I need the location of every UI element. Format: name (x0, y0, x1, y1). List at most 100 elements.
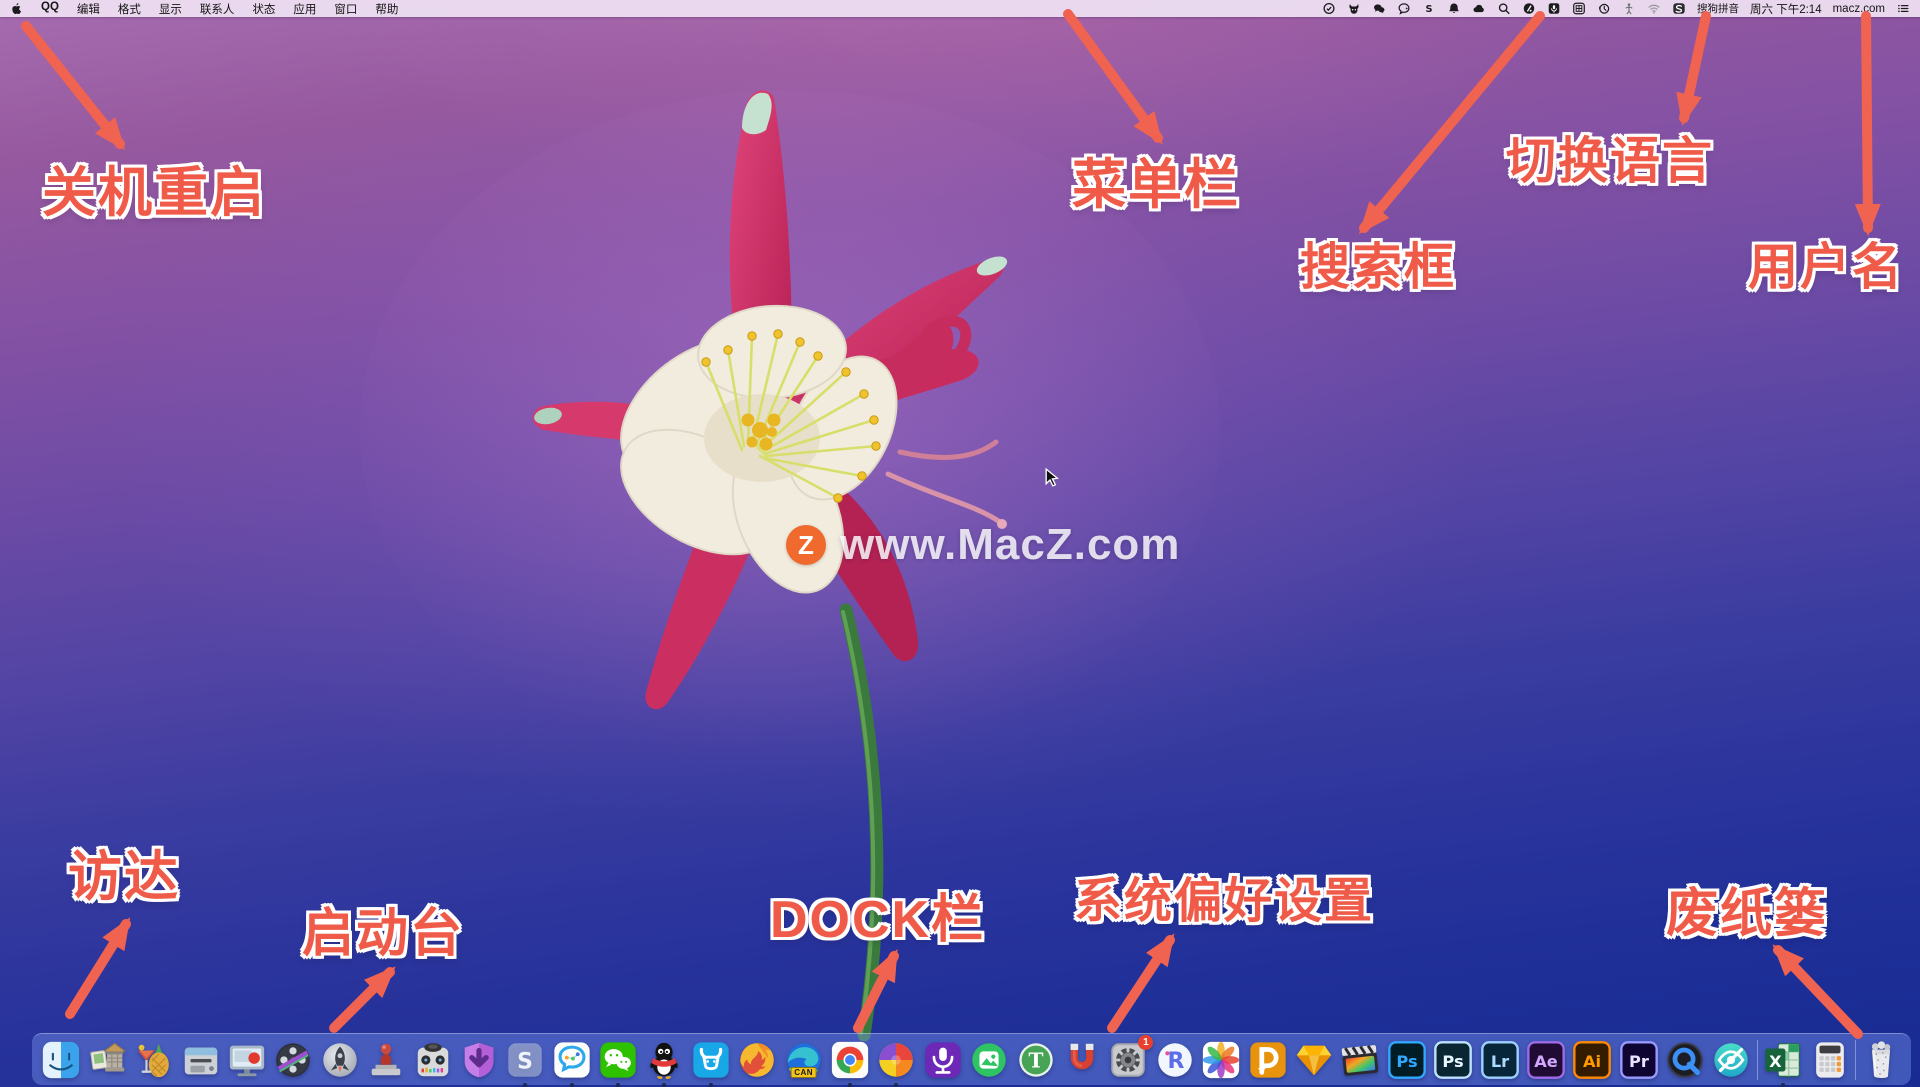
dock-item-principle[interactable] (1247, 1039, 1289, 1081)
dock-item-illustrator[interactable]: Ai (1571, 1039, 1613, 1081)
premiere-pro-icon: Pr (1618, 1039, 1660, 1081)
dock[interactable]: SCANT1RPsPsLrAeAiPrX (32, 1033, 1911, 1085)
menubar-item-5[interactable]: 状态 (252, 1, 275, 17)
dock-item-magnet[interactable] (1061, 1039, 1103, 1081)
dock-item-photoshop-alt[interactable]: Ps (1432, 1039, 1474, 1081)
running-indicator (570, 1083, 574, 1087)
dock-item-disk-machine[interactable] (180, 1039, 222, 1081)
dock-item-image-green[interactable] (968, 1039, 1010, 1081)
lightroom-icon: Lr (1479, 1039, 1521, 1081)
annotation-trash: 废纸篓 (1666, 888, 1828, 940)
letter-s-icon[interactable]: S (1422, 2, 1436, 15)
menubar-item-1[interactable]: 编辑 (77, 1, 100, 17)
dock-item-finder[interactable] (40, 1039, 82, 1081)
dock-item-photos[interactable] (1200, 1039, 1242, 1081)
right-mouse-icon: R (1154, 1039, 1196, 1081)
excel-icon: X (1762, 1039, 1804, 1081)
dock-item-hidden-eye[interactable] (1710, 1039, 1752, 1081)
dock-item-qq[interactable] (643, 1039, 685, 1081)
dock-item-photoshop[interactable]: Ps (1386, 1039, 1428, 1081)
dock-item-quicktime[interactable] (1664, 1039, 1706, 1081)
time-machine-icon[interactable] (1597, 2, 1611, 15)
running-indicator (709, 1083, 713, 1087)
dock-badge: 1 (1138, 1035, 1153, 1050)
quicktime-icon (1664, 1039, 1706, 1081)
menubar-item-3[interactable]: 显示 (159, 1, 182, 17)
annotation-search-box: 搜索框 (1300, 242, 1456, 292)
dock-item-typora[interactable]: T (1015, 1039, 1057, 1081)
dock-item-excel[interactable]: X (1762, 1039, 1804, 1081)
apple-menu[interactable] (10, 2, 23, 15)
menubar-item-0[interactable]: QQ (41, 1, 59, 17)
photoshop-alt-icon: Ps (1432, 1039, 1474, 1081)
dock-item-tiki-drink[interactable] (133, 1039, 175, 1081)
dock-item-downie[interactable] (458, 1039, 500, 1081)
accessibility-icon[interactable] (1622, 2, 1636, 15)
task-check-icon[interactable] (1322, 2, 1336, 15)
menu-bar-left: QQ 编辑 格式 显示 联系人 状态 应用 窗口 帮助 (10, 0, 398, 17)
menubar-item-7[interactable]: 窗口 (334, 1, 357, 17)
dock-item-pinwheel-browser[interactable] (875, 1039, 917, 1081)
wechat-icon[interactable] (1372, 2, 1386, 15)
dock-item-edge-canary[interactable]: CAN (783, 1039, 825, 1081)
dock-item-after-effects[interactable]: Ae (1525, 1039, 1567, 1081)
running-indicator (1781, 1083, 1785, 1087)
user-menu[interactable]: macz.com (1833, 3, 1885, 15)
annotation-system-preferences: 系统偏好设置 (1074, 878, 1374, 926)
dock-item-chrome[interactable] (829, 1039, 871, 1081)
watermark: Z www.MacZ.com (786, 520, 1180, 570)
launchpad-icon (319, 1039, 361, 1081)
dock-item-final-cut-pro[interactable] (1339, 1039, 1381, 1081)
dock-item-screen-recorder[interactable] (226, 1039, 268, 1081)
dock-item-premiere-pro[interactable]: Pr (1618, 1039, 1660, 1081)
dock-item-wechat[interactable] (597, 1039, 639, 1081)
dock-item-lightroom[interactable]: Lr (1479, 1039, 1521, 1081)
chat-bubble-icon[interactable] (1397, 2, 1411, 15)
dock-badge: CAN (790, 1067, 817, 1078)
menubar-item-8[interactable]: 帮助 (375, 1, 398, 17)
dock-item-audio-robot[interactable] (412, 1039, 454, 1081)
status-icon-tray: S (1322, 2, 1661, 15)
photoshop-icon: Ps (1386, 1039, 1428, 1081)
input-method-label[interactable]: 搜狗拼音 (1697, 1, 1739, 16)
arrow-menu-bar (1068, 14, 1158, 138)
sogou-input-icon[interactable] (1672, 2, 1686, 15)
audio-robot-icon (412, 1039, 454, 1081)
dock-item-letter-s-app[interactable]: S (504, 1039, 546, 1081)
arrow-username (1866, 16, 1868, 228)
dock-item-sketch[interactable] (1293, 1039, 1335, 1081)
hidden-eye-icon (1710, 1039, 1752, 1081)
dock-item-right-mouse[interactable]: R (1154, 1039, 1196, 1081)
menubar-item-6[interactable]: 应用 (293, 1, 316, 17)
dock-separator (1757, 1040, 1758, 1080)
dock-separator (1855, 1040, 1856, 1080)
dock-item-bull-app[interactable] (690, 1039, 732, 1081)
menubar-item-2[interactable]: 格式 (118, 1, 141, 17)
mic-badge-icon[interactable] (1547, 2, 1561, 15)
dock-item-chat-network[interactable] (551, 1039, 593, 1081)
dock-item-voice-mic[interactable] (922, 1039, 964, 1081)
dock-item-stamp[interactable] (365, 1039, 407, 1081)
bull-icon[interactable] (1347, 2, 1361, 15)
tiki-drink-icon (133, 1039, 175, 1081)
voice-mic-icon (922, 1039, 964, 1081)
list-menu-icon[interactable] (1896, 2, 1910, 15)
circle-slash-icon[interactable] (1522, 2, 1536, 15)
dock-item-system-preferences[interactable]: 1 (1107, 1039, 1149, 1081)
dock-item-trash[interactable] (1860, 1039, 1902, 1081)
dock-item-launchpad[interactable] (319, 1039, 361, 1081)
dock-item-film-reel[interactable] (272, 1039, 314, 1081)
search-icon[interactable] (1497, 2, 1511, 15)
cloud-icon[interactable] (1472, 2, 1486, 15)
annotation-menu-bar: 菜单栏 (1072, 158, 1240, 212)
dock-item-calculator[interactable] (1809, 1039, 1851, 1081)
dock-item-firefox[interactable] (736, 1039, 778, 1081)
chrome-icon (829, 1039, 871, 1081)
wifi-icon[interactable] (1647, 2, 1661, 15)
dock-item-wishing-well[interactable] (87, 1039, 129, 1081)
menu-bar-clock[interactable]: 周六 下午2:14 (1750, 1, 1822, 17)
bell-icon[interactable] (1447, 2, 1461, 15)
menu-bar: QQ 编辑 格式 显示 联系人 状态 应用 窗口 帮助 S 搜狗拼音 周六 下午2:14 mac… (0, 0, 1920, 17)
cjk-input-icon[interactable] (1572, 2, 1586, 15)
menubar-item-4[interactable]: 联系人 (200, 1, 235, 17)
